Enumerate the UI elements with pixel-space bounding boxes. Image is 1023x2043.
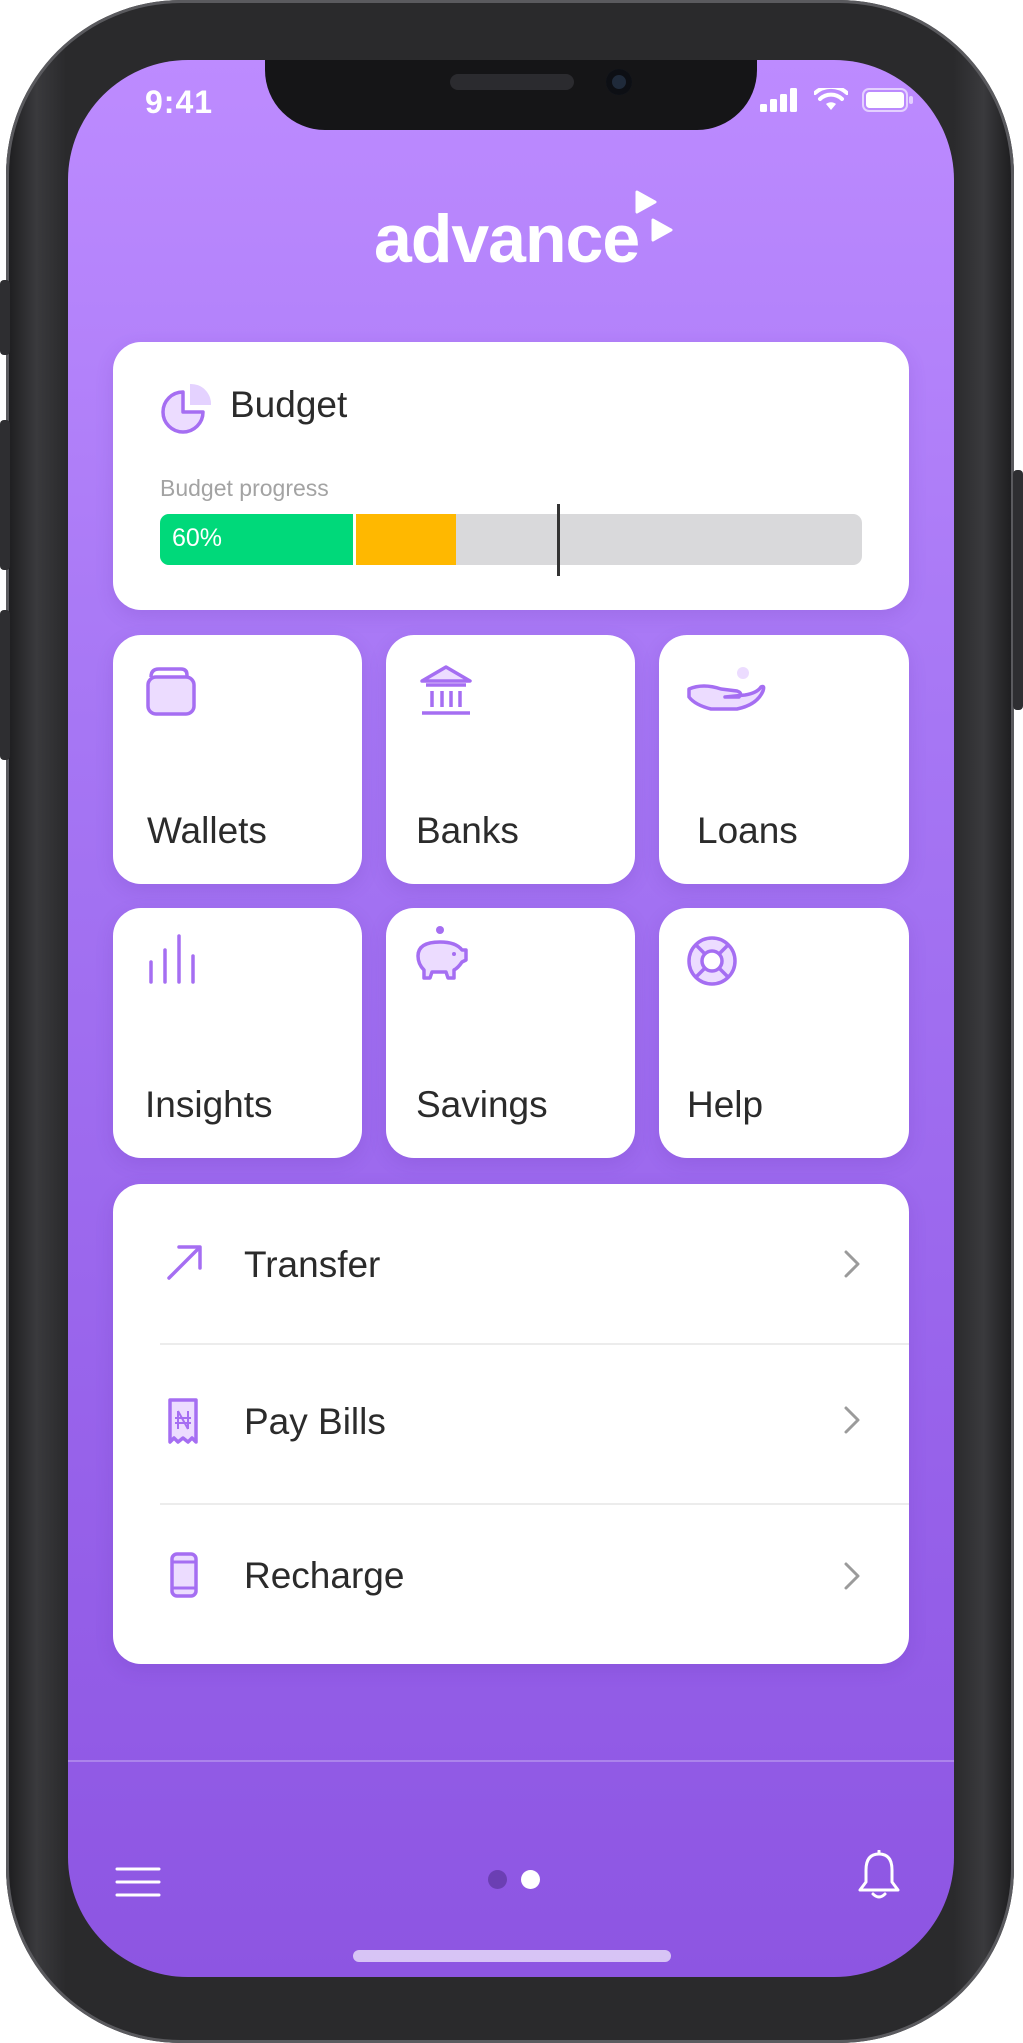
bank-icon bbox=[420, 665, 472, 715]
tile-insights[interactable]: Insights bbox=[113, 908, 362, 1158]
budget-pending-segment bbox=[353, 514, 456, 565]
home-indicator[interactable] bbox=[353, 1950, 671, 1962]
bar-chart-icon bbox=[149, 934, 195, 984]
page-indicator[interactable] bbox=[488, 1870, 540, 1889]
volume-up-button bbox=[0, 420, 10, 570]
status-time: 9:41 bbox=[145, 84, 214, 120]
tile-wallets[interactable]: Wallets bbox=[113, 635, 362, 884]
list-item-transfer[interactable]: Transfer bbox=[113, 1184, 909, 1340]
phone-screen: 9:41 advance Budget Budget progress 60% … bbox=[68, 60, 954, 1977]
budget-card[interactable]: Budget Budget progress 60% bbox=[113, 342, 909, 610]
speaker-grille bbox=[450, 74, 574, 90]
signal-icon bbox=[760, 88, 797, 112]
tile-label: Loans bbox=[697, 810, 798, 851]
bell-icon[interactable] bbox=[856, 1850, 902, 1900]
tile-banks[interactable]: Banks bbox=[386, 635, 635, 884]
logo-play-mark-icon bbox=[635, 190, 673, 242]
tile-label: Banks bbox=[416, 810, 519, 851]
wifi-icon bbox=[814, 88, 848, 110]
silent-switch bbox=[0, 280, 10, 355]
front-camera bbox=[606, 69, 632, 95]
hamburger-icon[interactable] bbox=[115, 1865, 161, 1899]
list-item-label: Transfer bbox=[244, 1244, 381, 1285]
actions-list: Transfer Pay Bills Recharge bbox=[113, 1184, 909, 1664]
loan-hand-icon bbox=[687, 667, 766, 711]
wallet-icon bbox=[146, 667, 196, 716]
tile-label: Help bbox=[687, 1084, 764, 1125]
list-item-label: Pay Bills bbox=[244, 1401, 386, 1442]
volume-down-button bbox=[0, 610, 10, 760]
list-item-recharge[interactable]: Recharge bbox=[113, 1505, 909, 1661]
bottom-nav-divider bbox=[68, 1760, 954, 1762]
piggy-bank-icon bbox=[416, 926, 468, 980]
power-button bbox=[1013, 470, 1023, 710]
budget-progress-label: 60% bbox=[172, 524, 223, 552]
receipt-icon bbox=[168, 1398, 198, 1444]
list-item-label: Recharge bbox=[244, 1555, 405, 1596]
status-icons bbox=[760, 88, 914, 112]
tile-label: Savings bbox=[416, 1084, 548, 1125]
arrow-up-right-icon bbox=[167, 1245, 202, 1280]
tile-savings[interactable]: Savings bbox=[386, 908, 635, 1158]
tile-loans[interactable]: Loans bbox=[659, 635, 909, 884]
battery-icon bbox=[862, 88, 913, 112]
notch bbox=[265, 60, 757, 130]
page-dot[interactable] bbox=[488, 1870, 507, 1889]
chevron-right-icon bbox=[844, 1406, 860, 1434]
pie-chart-icon bbox=[161, 383, 212, 434]
phone-icon bbox=[170, 1552, 198, 1598]
chevron-right-icon bbox=[844, 1562, 860, 1590]
tile-help[interactable]: Help bbox=[659, 908, 909, 1158]
budget-progress-caption: Budget progress bbox=[160, 475, 329, 501]
page-dot-active[interactable] bbox=[521, 1870, 540, 1889]
lifebuoy-icon bbox=[687, 936, 737, 986]
list-item-pay-bills[interactable]: Pay Bills bbox=[113, 1345, 909, 1501]
budget-progress-bar: 60% bbox=[160, 514, 862, 565]
app-logo-text: advance bbox=[374, 201, 640, 277]
budget-title: Budget bbox=[230, 384, 348, 425]
budget-target-marker bbox=[557, 504, 560, 576]
tile-label: Wallets bbox=[147, 810, 267, 851]
chevron-right-icon bbox=[844, 1250, 860, 1278]
tile-label: Insights bbox=[145, 1084, 273, 1125]
